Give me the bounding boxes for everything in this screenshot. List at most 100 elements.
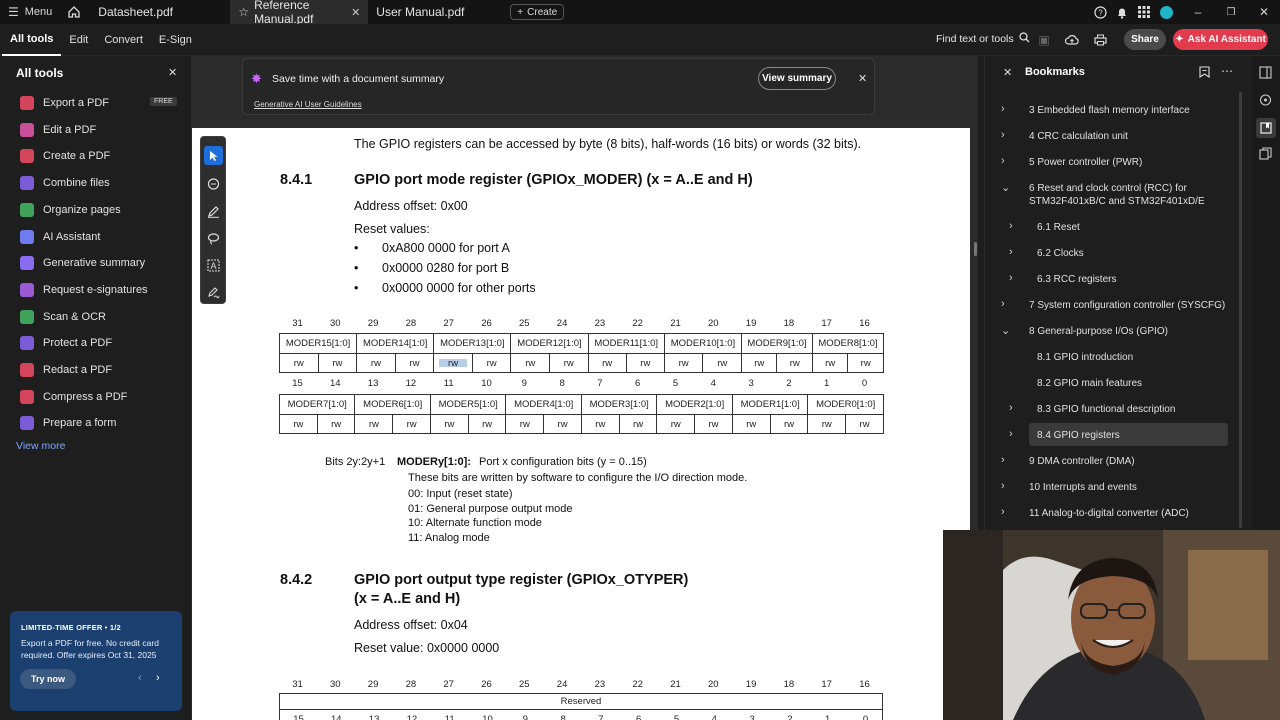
tool-item[interactable]: Generative summary (20, 253, 145, 273)
chevron-right-icon[interactable]: › (1001, 480, 1005, 492)
tool-item[interactable]: Combine files (20, 173, 110, 193)
more-options-icon[interactable]: ⋯ (1221, 64, 1233, 78)
chevron-right-icon[interactable]: › (1001, 506, 1005, 518)
bit-number: 1 (825, 714, 831, 720)
restore-icon[interactable]: ❐ (1221, 2, 1241, 22)
tool-item[interactable]: Request e-signatures (20, 280, 148, 300)
tab-user-manual[interactable]: User Manual.pdf (368, 0, 508, 24)
chevron-right-icon[interactable]: › (1001, 129, 1005, 141)
print-icon[interactable] (1090, 30, 1110, 50)
tool-item[interactable]: Prepare a form (20, 413, 116, 433)
tool-item[interactable]: AI Assistant (20, 227, 100, 247)
chevron-right-icon[interactable]: › (1009, 246, 1013, 258)
vertical-scrollbar[interactable] (974, 242, 977, 256)
access-cell: rw (811, 353, 849, 373)
access-cell: rw (694, 414, 733, 434)
access-cell: rw (769, 414, 809, 434)
chevron-right-icon[interactable]: › (1009, 428, 1013, 440)
menu-label: Menu (24, 6, 53, 18)
tool-item[interactable]: Export a PDF FREE (20, 93, 177, 113)
bit-number: 18 (783, 679, 795, 690)
close-banner-icon[interactable]: ✕ (858, 72, 867, 85)
star-icon[interactable]: ☆ (238, 5, 249, 19)
bookmarks-scrollbar[interactable] (1239, 92, 1242, 528)
bookmarks-rail-icon[interactable] (1256, 118, 1276, 138)
tool-item[interactable]: Edit a PDF (20, 120, 96, 140)
view-summary-button[interactable]: View summary (758, 67, 836, 90)
bit-number: 20 (708, 318, 719, 329)
ai-guidelines-link[interactable]: Generative AI User Guidelines (254, 100, 362, 109)
close-tab-icon[interactable]: ✕ (351, 6, 360, 19)
chevron-right-icon[interactable]: › (1009, 402, 1013, 414)
menu-convert[interactable]: Convert (96, 34, 151, 46)
tool-item[interactable]: Organize pages (20, 200, 121, 220)
tool-label: Protect a PDF (43, 337, 113, 350)
view-more-link[interactable]: View more (16, 440, 65, 452)
highlight-pen-icon[interactable] (207, 205, 220, 221)
chevron-right-icon[interactable]: › (1009, 272, 1013, 284)
try-now-button[interactable]: Try now (20, 669, 76, 689)
webcam-overlay (943, 530, 1280, 720)
comment-tool-icon[interactable] (207, 178, 220, 194)
share-button[interactable]: Share (1124, 29, 1166, 50)
apps-grid-icon[interactable] (1134, 2, 1154, 22)
tab-label: User Manual.pdf (376, 5, 465, 19)
annotation-toolbar: A (200, 136, 226, 304)
copy-pages-icon[interactable] (1259, 147, 1272, 163)
tool-item[interactable]: Scan & OCR (20, 307, 106, 327)
reset-value: 0x0000 0000 for other ports (382, 281, 536, 295)
bell-icon[interactable] (1112, 2, 1132, 22)
text-box-icon[interactable]: A (207, 259, 220, 275)
close-bookmarks-icon[interactable]: ✕ (1003, 66, 1012, 79)
bit-number: 12 (406, 714, 418, 720)
menu-button[interactable]: ☰ Menu (0, 0, 60, 24)
close-panel-icon[interactable]: ✕ (168, 66, 177, 79)
bit-number: 7 (598, 714, 604, 720)
bit-number: 9 (521, 378, 527, 389)
signature-tool-icon[interactable] (207, 286, 220, 302)
cloud-upload-icon[interactable] (1062, 30, 1082, 50)
avatar[interactable] (1156, 2, 1176, 22)
comments-rail-icon[interactable] (1259, 94, 1272, 110)
side-panel-toggle-icon[interactable] (1259, 66, 1272, 82)
bit-number: 11 (443, 378, 454, 389)
bullet: • (354, 241, 359, 255)
access-cell: rw (433, 353, 473, 373)
offer-card: LIMITED-TIME OFFER • 1/2 Export a PDF fo… (10, 611, 182, 711)
hamburger-icon: ☰ (8, 5, 19, 19)
tool-item[interactable]: Create a PDF (20, 146, 110, 166)
chevron-right-icon[interactable]: › (1009, 220, 1013, 232)
tool-label: Request e-signatures (43, 283, 148, 296)
ask-ai-button[interactable]: ✦ Ask AI Assistant (1173, 29, 1268, 50)
menu-all-tools[interactable]: All tools (2, 24, 62, 56)
tool-item[interactable]: Protect a PDF (20, 333, 112, 353)
close-window-icon[interactable]: ✕ (1254, 2, 1274, 22)
find-tools[interactable]: Find text or tools (936, 32, 1030, 46)
tab-datasheet[interactable]: Datasheet.pdf (90, 0, 230, 24)
chevron-down-icon[interactable]: ⌄ (1001, 324, 1010, 337)
bookmark-label: 6.2 Clocks (1037, 248, 1084, 259)
menu-esign[interactable]: E-Sign (151, 34, 200, 46)
tab-reference-manual[interactable]: ☆ Reference Manual.pdf ✕ (230, 0, 369, 26)
help-icon[interactable]: ? (1090, 2, 1110, 22)
select-tool-icon[interactable] (204, 146, 223, 165)
chevron-right-icon[interactable]: › (1001, 155, 1005, 167)
create-button[interactable]: + Create (510, 4, 565, 20)
tool-item[interactable]: Compress a PDF (20, 387, 127, 407)
menu-edit[interactable]: Edit (61, 34, 96, 46)
next-offer-icon[interactable]: › (156, 672, 160, 684)
save-icon[interactable]: ▣ (1034, 30, 1054, 50)
chevron-right-icon[interactable]: › (1001, 298, 1005, 310)
tool-item[interactable]: Redact a PDF (20, 360, 112, 380)
chevron-down-icon[interactable]: ⌄ (1001, 181, 1010, 194)
lasso-draw-icon[interactable] (207, 232, 220, 248)
section-title: GPIO port output type register (GPIOx_OT… (354, 572, 689, 588)
prev-offer-icon[interactable]: ‹ (138, 672, 142, 684)
minimize-icon[interactable]: – (1188, 2, 1208, 22)
chevron-right-icon[interactable]: › (1001, 103, 1005, 115)
home-icon[interactable] (64, 2, 84, 22)
bit-number: 4 (710, 378, 716, 389)
add-bookmark-icon[interactable] (1199, 66, 1210, 81)
chevron-right-icon[interactable]: › (1001, 454, 1005, 466)
bookmark-label: 9 DMA controller (DMA) (1029, 456, 1135, 467)
